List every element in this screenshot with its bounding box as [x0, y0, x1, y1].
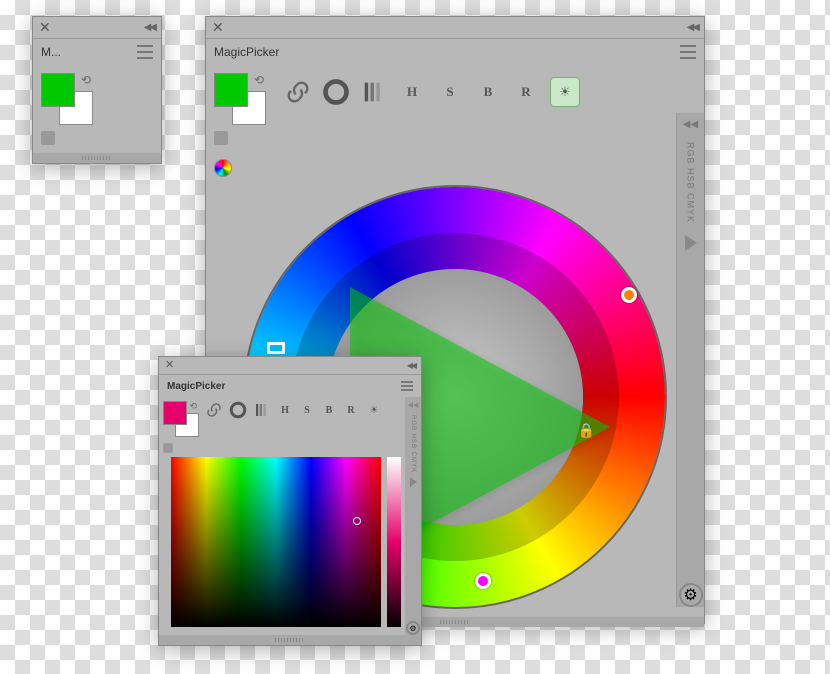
- collapse-icon[interactable]: ◀◀: [144, 22, 155, 33]
- mode-h-button[interactable]: H: [398, 78, 426, 106]
- swatch-pair[interactable]: ⟲: [41, 73, 93, 125]
- color-mode-label[interactable]: RGB HSB CMYK: [686, 142, 696, 223]
- close-icon[interactable]: ✕: [165, 359, 179, 373]
- swap-icon[interactable]: ⟲: [189, 401, 197, 412]
- tab-row: MagicPicker: [159, 375, 421, 397]
- ring-icon[interactable]: [229, 401, 247, 419]
- menu-icon[interactable]: [401, 381, 413, 391]
- titlebar[interactable]: ✕ ◀◀: [206, 17, 704, 39]
- titlebar[interactable]: ✕ ◀◀: [33, 17, 161, 39]
- color-mode-label[interactable]: RGB HSB CMYK: [410, 415, 416, 473]
- panel-footer: [33, 153, 161, 163]
- hue-marker-magenta[interactable]: [475, 573, 491, 589]
- mode-b-button[interactable]: B: [474, 78, 502, 106]
- settings-icon[interactable]: ⚙: [679, 583, 703, 607]
- mini-icon[interactable]: [163, 443, 173, 453]
- swatch-pair[interactable]: ⟲: [214, 73, 266, 125]
- swatch-pair[interactable]: ⟲: [163, 401, 199, 437]
- foreground-swatch[interactable]: [214, 73, 248, 107]
- panel-body: ⟲ H S B R ☀ ◀◀ RGB HSB CMYK ⚙: [159, 397, 421, 635]
- tab-row: MagicPicker: [206, 39, 704, 65]
- swap-icon[interactable]: ⟲: [81, 73, 91, 87]
- stripes-icon[interactable]: [253, 401, 271, 419]
- mini-icon[interactable]: [41, 131, 55, 145]
- link-icon[interactable]: [205, 401, 223, 419]
- hue-slider[interactable]: [387, 457, 401, 627]
- toolbar: H S B R ☀: [205, 401, 383, 419]
- panel-mini: ✕ ◀◀ M... ⟲: [32, 16, 162, 164]
- side-strip: ◀◀ RGB HSB CMYK ⚙: [676, 113, 704, 607]
- mode-s-button[interactable]: S: [436, 78, 464, 106]
- color-wheel-icon[interactable]: [214, 159, 232, 177]
- stripes-icon[interactable]: [360, 78, 388, 106]
- tab-row: M...: [33, 39, 161, 65]
- panel-title: MagicPicker: [167, 381, 225, 392]
- play-icon[interactable]: [685, 235, 697, 251]
- mode-b-button[interactable]: B: [321, 402, 337, 418]
- foreground-swatch[interactable]: [163, 401, 187, 425]
- panel-body: ⟲: [33, 65, 161, 153]
- mode-s-button[interactable]: S: [299, 402, 315, 418]
- mini-icon-row: [214, 131, 266, 145]
- mode-r-button[interactable]: R: [343, 402, 359, 418]
- collapse-icon[interactable]: ◀◀: [407, 361, 415, 370]
- mode-h-button[interactable]: H: [277, 402, 293, 418]
- spectrum[interactable]: [171, 457, 381, 627]
- spectrum-marker[interactable]: [353, 517, 361, 525]
- toolbar: H S B R ☀: [276, 73, 696, 111]
- mode-r-button[interactable]: R: [512, 78, 540, 106]
- settings-icon[interactable]: ⚙: [406, 621, 420, 635]
- mini-icon-row: [163, 443, 199, 453]
- hue-marker-orange[interactable]: [621, 287, 637, 303]
- expand-icon[interactable]: ◀◀: [683, 119, 698, 130]
- panel-title: M...: [41, 45, 61, 59]
- lock-icon[interactable]: 🔒: [578, 422, 595, 439]
- link-icon[interactable]: [284, 78, 312, 106]
- menu-icon[interactable]: [137, 45, 153, 59]
- collapse-icon[interactable]: ◀◀: [687, 22, 698, 33]
- foreground-swatch[interactable]: [41, 73, 75, 107]
- close-icon[interactable]: ✕: [212, 21, 226, 35]
- panel-small: ✕ ◀◀ MagicPicker ⟲ H S B R: [158, 356, 422, 646]
- mini-icon-row: [41, 131, 153, 145]
- close-icon[interactable]: ✕: [39, 21, 53, 35]
- ring-icon[interactable]: [322, 78, 350, 106]
- panel-title: MagicPicker: [214, 45, 279, 59]
- play-icon[interactable]: [410, 477, 417, 487]
- expand-icon[interactable]: ◀◀: [408, 401, 419, 409]
- spectrum-area: [163, 453, 417, 635]
- panel-footer: [159, 635, 421, 645]
- mini-icon[interactable]: [214, 131, 228, 145]
- titlebar[interactable]: ✕ ◀◀: [159, 357, 421, 375]
- hue-marker-green[interactable]: [267, 342, 285, 354]
- swap-icon[interactable]: ⟲: [254, 73, 264, 87]
- side-strip: ◀◀ RGB HSB CMYK ⚙: [405, 397, 421, 635]
- brightness-icon[interactable]: ☀: [550, 77, 580, 107]
- menu-icon[interactable]: [680, 45, 696, 59]
- brightness-icon[interactable]: ☀: [365, 401, 383, 419]
